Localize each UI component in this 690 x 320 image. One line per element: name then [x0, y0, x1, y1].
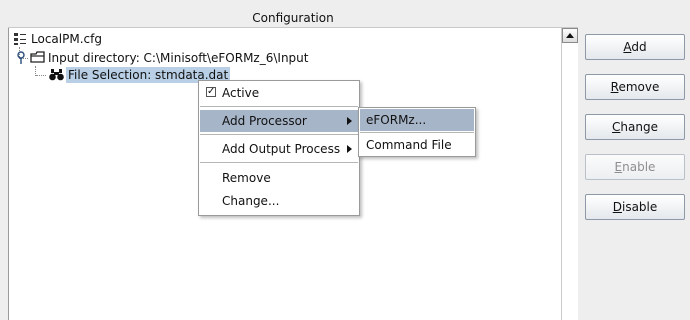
menu-item-add-processor[interactable]: Add Processor — [200, 110, 358, 132]
menu-separator — [200, 106, 358, 107]
context-menu: ✓ Active Add Processor Add Output Proces… — [198, 80, 360, 216]
enable-button-label: nable — [622, 160, 656, 174]
tree-node-input-label: Input directory: C:\Minisoft\eFORMz_6\In… — [48, 51, 309, 65]
disable-button[interactable]: Disable — [585, 194, 685, 220]
menu-item-remove[interactable]: Remove — [200, 167, 358, 189]
add-button[interactable]: Add — [585, 34, 685, 60]
enable-button-mnemonic: E — [614, 160, 623, 174]
change-button[interactable]: Change — [585, 114, 685, 140]
menu-item-remove-label: Remove — [222, 171, 271, 185]
panel-title: Configuration — [8, 9, 578, 27]
menu-item-change-label: Change... — [222, 194, 280, 208]
disable-button-mnemonic: D — [612, 200, 622, 214]
menu-separator — [360, 132, 474, 133]
expand-handle-icon[interactable] — [17, 51, 26, 69]
tree-node-root-label: LocalPM.cfg — [31, 32, 102, 46]
disable-button-label: isable — [621, 200, 658, 214]
menu-item-add-output-process[interactable]: Add Output Process — [200, 138, 358, 160]
menu-item-change[interactable]: Change... — [200, 190, 358, 212]
tree-scrollbar[interactable] — [561, 28, 579, 320]
checkbox-checked-icon: ✓ — [206, 86, 216, 97]
menu-item-active[interactable]: ✓ Active — [200, 82, 358, 104]
arrow-up-icon — [566, 33, 574, 38]
scroll-up-button[interactable] — [562, 28, 578, 43]
add-processor-submenu: eFORMz... Command File — [358, 107, 476, 157]
binoculars-icon — [49, 68, 64, 85]
remove-button[interactable]: Remove — [585, 74, 685, 100]
submenu-item-eformz-label: eFORMz... — [366, 113, 427, 127]
menu-item-add-output-process-label: Add Output Process — [222, 142, 341, 156]
menu-item-active-label: Active — [222, 86, 260, 100]
tree-connector — [36, 75, 46, 76]
add-button-label: dd — [631, 40, 647, 54]
remove-button-label: emove — [618, 80, 660, 94]
submenu-arrow-icon — [347, 145, 352, 153]
change-button-label: hange — [620, 120, 658, 134]
menu-separator — [200, 134, 358, 135]
submenu-item-eformz[interactable]: eFORMz... — [360, 109, 474, 131]
enable-button[interactable]: Enable — [585, 154, 685, 180]
config-file-icon — [13, 32, 27, 50]
menu-item-add-processor-label: Add Processor — [222, 114, 307, 128]
menu-separator — [200, 162, 358, 163]
submenu-arrow-icon — [347, 117, 352, 125]
submenu-item-command-file-label: Command File — [366, 138, 452, 152]
folder-icon — [30, 51, 46, 68]
submenu-item-command-file[interactable]: Command File — [360, 134, 474, 156]
